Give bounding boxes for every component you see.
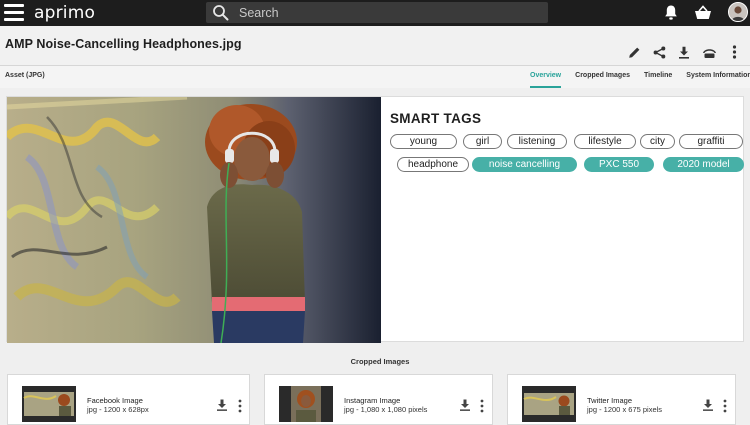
tab-system-information[interactable]: System Information	[686, 66, 750, 88]
tag-headphone[interactable]: headphone	[397, 157, 469, 172]
share-icon	[653, 46, 665, 58]
download-icon[interactable]	[702, 399, 714, 411]
page-title: AMP Noise-Cancelling Headphones.jpg	[5, 37, 242, 51]
cropped-thumbnail	[22, 386, 76, 422]
smart-tags-row-2: headphone noise cancelling PXC 550 2020 …	[389, 157, 744, 173]
search-input[interactable]	[239, 4, 539, 21]
cropped-images-heading: Cropped Images	[350, 357, 410, 366]
asset-type-label: Asset (JPG)	[5, 72, 45, 79]
basket-icon[interactable]	[694, 5, 712, 20]
cropped-card-facebook[interactable]: Facebook Image jpg - 1200 x 628px	[7, 374, 250, 425]
cropped-name: Facebook Image	[87, 396, 143, 405]
search-icon	[213, 5, 229, 21]
tab-cropped-images[interactable]: Cropped Images	[575, 66, 630, 88]
thumbnail-image	[279, 386, 333, 422]
bell-icon[interactable]	[664, 4, 678, 21]
user-avatar[interactable]	[728, 2, 748, 22]
fingerprint-icon	[702, 48, 716, 58]
download-icon[interactable]	[459, 399, 471, 411]
cropped-desc: jpg - 1200 x 675 pixels	[587, 405, 663, 414]
thumbnail-image	[22, 386, 76, 422]
more-options-button[interactable]	[726, 44, 742, 60]
download-icon	[679, 46, 689, 59]
smart-tags-title: SMART TAGS	[390, 111, 482, 126]
menu-icon[interactable]	[4, 4, 24, 21]
cropped-desc: jpg - 1200 x 628px	[87, 405, 149, 414]
tag-2020-model[interactable]: 2020 model	[663, 157, 744, 172]
smart-tags-section: SMART TAGS young girl listening lifestyl…	[389, 111, 744, 173]
cropped-name: Instagram Image	[344, 396, 401, 405]
more-vertical-icon[interactable]	[722, 399, 728, 413]
cropped-card-twitter[interactable]: Twitter Image jpg - 1200 x 675 pixels	[507, 374, 736, 425]
fingerprint-button[interactable]	[701, 44, 717, 60]
tag-pxc-550[interactable]: PXC 550	[584, 157, 654, 172]
tag-city[interactable]: city	[640, 134, 675, 149]
more-vertical-icon	[732, 45, 736, 59]
more-vertical-icon[interactable]	[479, 399, 485, 413]
asset-subnav: Asset (JPG) Overview Cropped Images Time…	[0, 66, 750, 88]
search-box[interactable]	[206, 2, 548, 23]
more-vertical-icon[interactable]	[237, 399, 243, 413]
overview-panel: SMART TAGS young girl listening lifestyl…	[6, 96, 744, 343]
tag-girl[interactable]: girl	[463, 134, 502, 149]
asset-header: AMP Noise-Cancelling Headphones.jpg	[0, 26, 750, 66]
tab-overview[interactable]: Overview	[530, 66, 562, 88]
asset-photo	[7, 97, 381, 343]
cropped-card-instagram[interactable]: Instagram Image jpg - 1,080 x 1,080 pixe…	[264, 374, 493, 425]
tab-timeline[interactable]: Timeline	[644, 66, 672, 88]
tag-listening[interactable]: listening	[507, 134, 567, 149]
pencil-icon	[628, 47, 639, 58]
share-button[interactable]	[651, 44, 667, 60]
cropped-thumbnail	[279, 386, 333, 422]
cropped-desc: jpg - 1,080 x 1,080 pixels	[344, 405, 428, 414]
avatar-image	[729, 3, 747, 21]
cropped-name: Twitter Image	[587, 396, 633, 405]
tag-lifestyle[interactable]: lifestyle	[574, 134, 636, 149]
thumbnail-image	[522, 386, 576, 422]
tag-young[interactable]: young	[390, 134, 457, 149]
top-bar: aprimo	[0, 0, 750, 26]
asset-toolbar	[626, 44, 742, 60]
asset-preview-image[interactable]	[7, 97, 381, 343]
logo-text: aprimo	[34, 3, 96, 23]
edit-button[interactable]	[626, 44, 642, 60]
download-button[interactable]	[676, 44, 692, 60]
tag-noise-cancelling[interactable]: noise cancelling	[472, 157, 577, 172]
smart-tags-row-1: young girl listening lifestyle city graf…	[389, 134, 743, 150]
download-icon[interactable]	[216, 399, 228, 411]
asset-tabs: Overview Cropped Images Timeline System …	[530, 66, 750, 88]
tag-graffiti[interactable]: graffiti	[679, 134, 743, 149]
aprimo-logo[interactable]: aprimo	[34, 3, 95, 23]
cropped-thumbnail	[522, 386, 576, 422]
